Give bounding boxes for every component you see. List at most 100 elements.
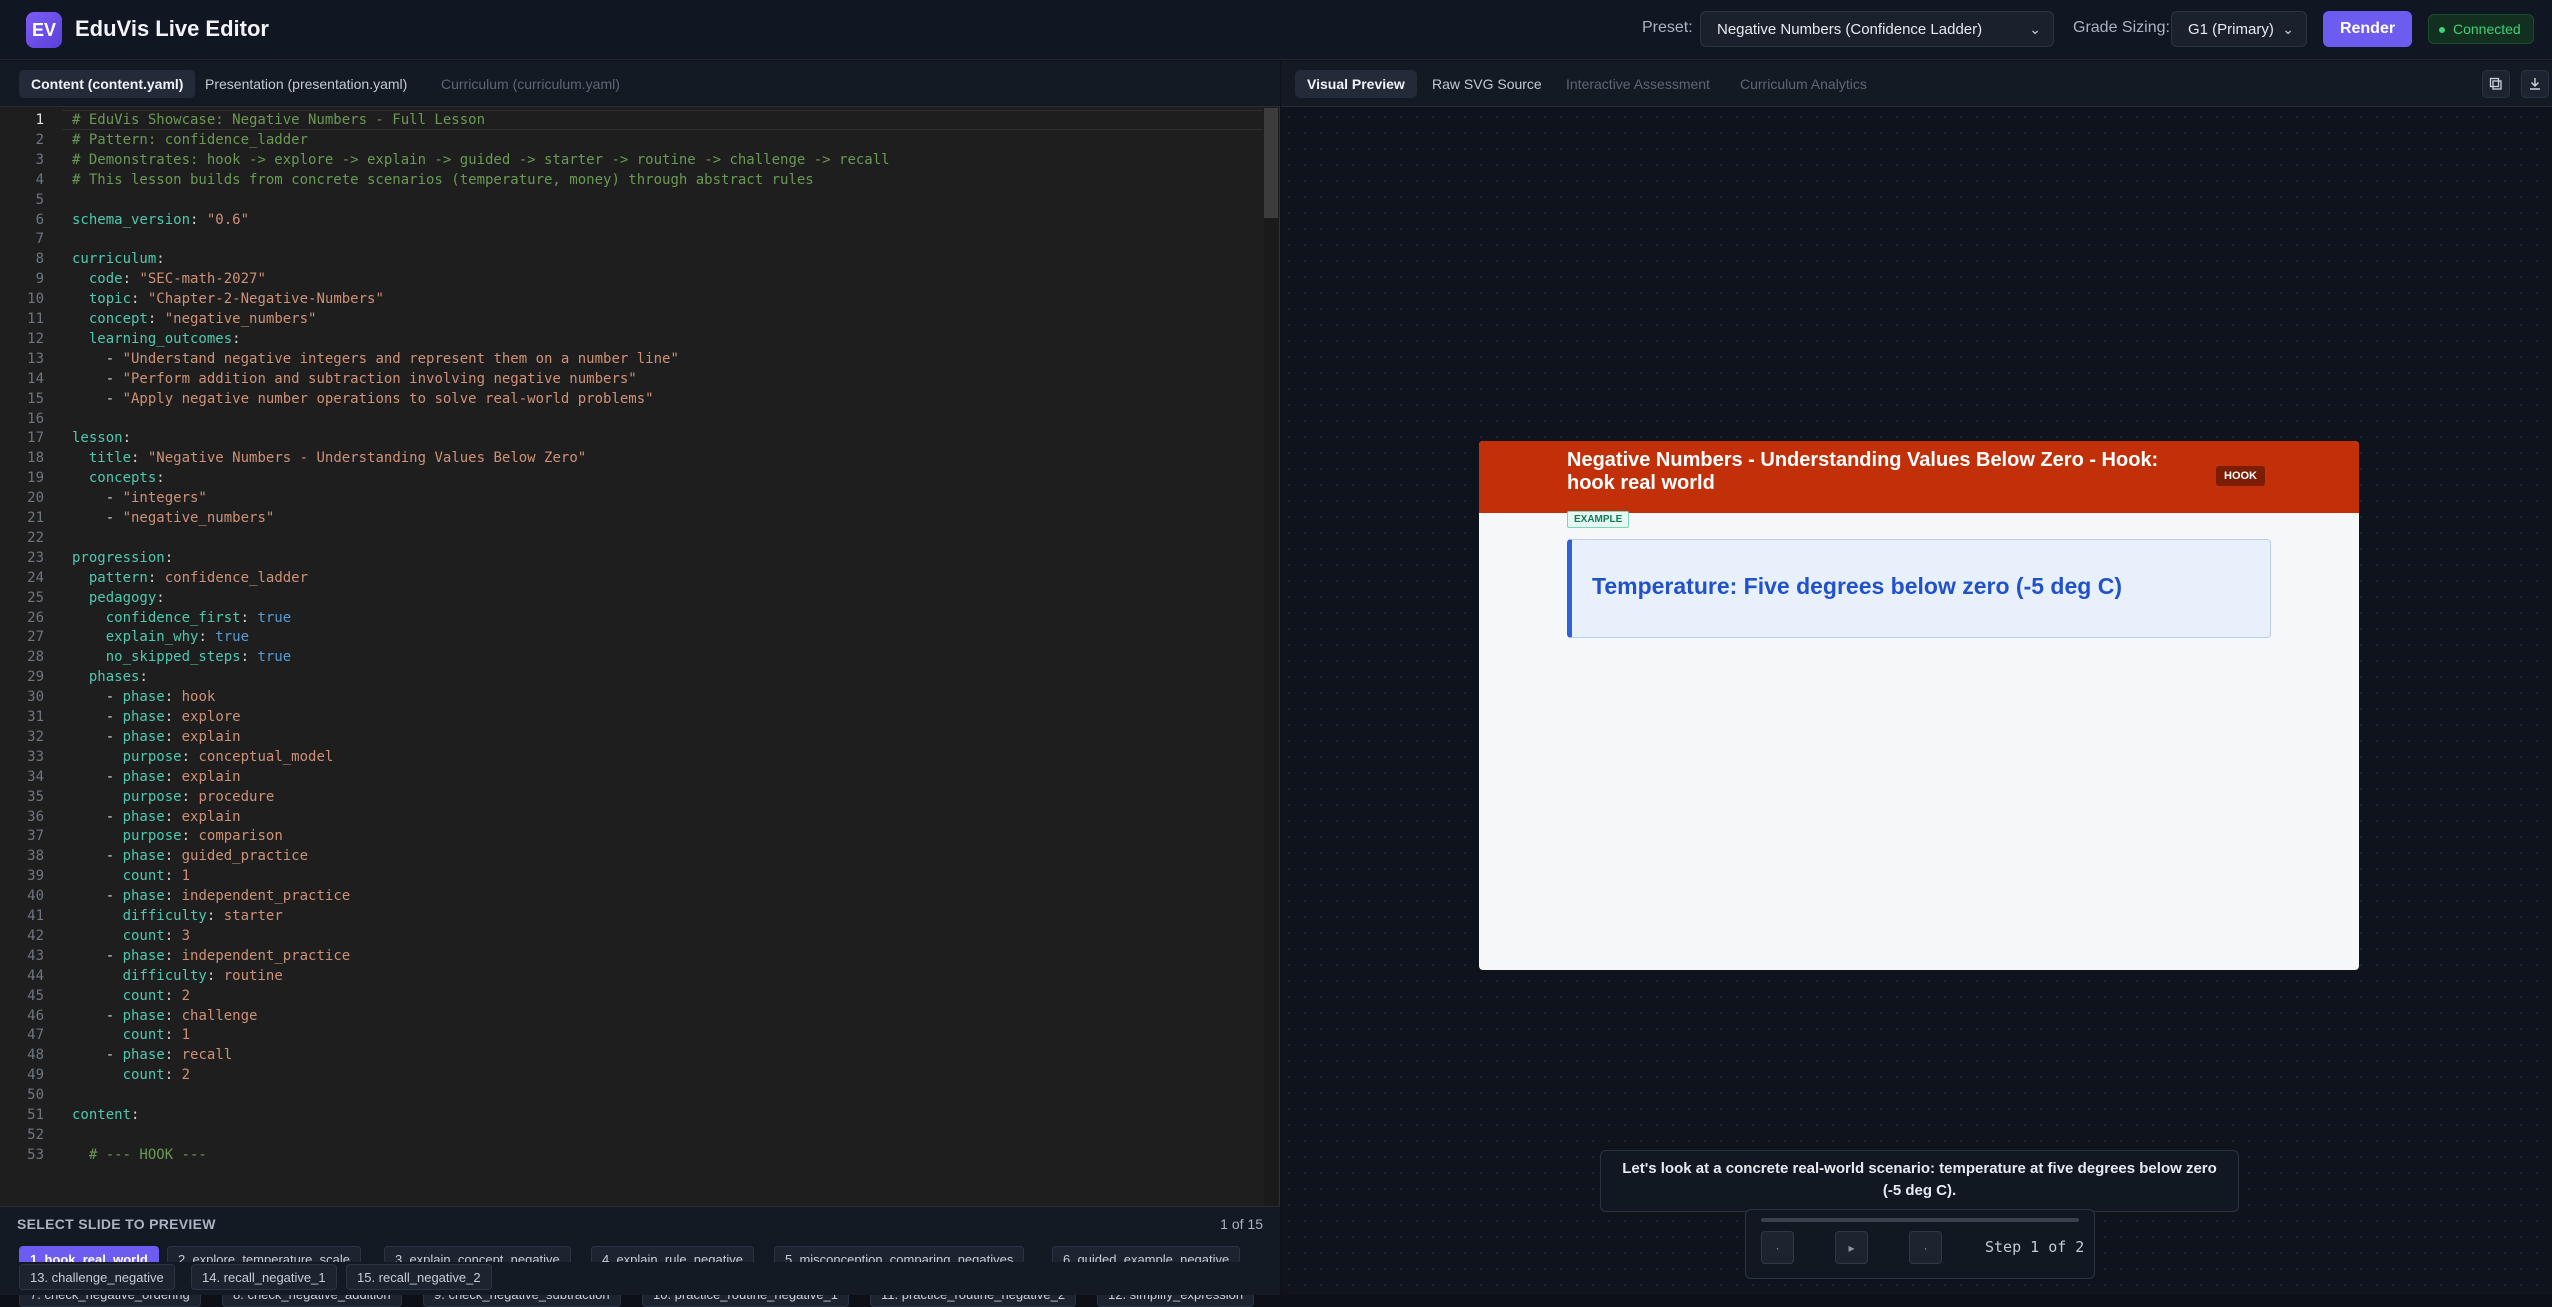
line-number: 44 [27, 967, 44, 984]
grade-sizing-select[interactable]: G1 (Primary) ⌄ [2171, 11, 2307, 47]
scrollbar-thumb[interactable] [1264, 108, 1278, 218]
code-line[interactable]: 53 # --- HOOK --- [0, 1145, 1262, 1165]
line-number: 15 [27, 390, 44, 407]
code-line[interactable]: 32 - phase: explain [0, 727, 1262, 747]
code-line[interactable]: 46 - phase: challenge [0, 1006, 1262, 1026]
slide-chip[interactable]: 13. challenge_negative [19, 1264, 175, 1290]
code-line[interactable]: 24 pattern: confidence_ladder [0, 568, 1262, 588]
slide-header: Negative Numbers - Understanding Values … [1479, 441, 2359, 513]
code-line[interactable]: 29 phases: [0, 667, 1262, 687]
code-line[interactable]: 25 pedagogy: [0, 588, 1262, 608]
tab-curriculum-analytics[interactable]: Curriculum Analytics [1728, 70, 1879, 98]
code-line[interactable]: 12 learning_outcomes: [0, 329, 1262, 349]
code-line[interactable]: 41 difficulty: starter [0, 906, 1262, 926]
tab-interactive-assessment[interactable]: Interactive Assessment [1554, 70, 1722, 98]
code-line[interactable]: 16 [0, 409, 1262, 429]
code-line[interactable]: 18 title: "Negative Numbers - Understand… [0, 448, 1262, 468]
code-line[interactable]: 5 [0, 190, 1262, 210]
code-line[interactable]: 13 - "Understand negative integers and r… [0, 349, 1262, 369]
play-button[interactable]: ▸ [1835, 1231, 1868, 1264]
line-number: 29 [27, 669, 44, 686]
previous-step-button[interactable]: · [1761, 1231, 1794, 1264]
code-line[interactable]: 50 [0, 1085, 1262, 1105]
playback-progress-track[interactable] [1761, 1218, 2079, 1222]
code-editor[interactable]: 1 # EduVis Showcase: Negative Numbers - F… [0, 108, 1280, 1206]
code-text: progression: [72, 549, 174, 566]
render-button[interactable]: Render [2323, 11, 2412, 47]
code-line[interactable]: 38 - phase: guided_practice [0, 846, 1262, 866]
code-line[interactable]: 52 [0, 1125, 1262, 1145]
code-line[interactable]: 11 concept: "negative_numbers" [0, 309, 1262, 329]
code-line[interactable]: 30 - phase: hook [0, 687, 1262, 707]
tab-visual-preview[interactable]: Visual Preview [1295, 70, 1417, 98]
code-line[interactable]: 26 confidence_first: true [0, 608, 1262, 628]
code-line[interactable]: 9 code: "SEC-math-2027" [0, 269, 1262, 289]
grade-select-value: G1 (Primary) [2188, 20, 2274, 38]
code-text: confidence_first: true [105, 609, 292, 626]
code-line[interactable]: 4 # This lesson builds from concrete scen… [0, 170, 1262, 190]
preview-panel: Visual Preview Raw SVG Source Interactiv… [1281, 61, 2552, 1295]
code-text: - "Apply negative number operations to s… [105, 390, 654, 407]
code-line[interactable]: 3 # Demonstrates: hook -> explore -> expl… [0, 150, 1262, 170]
tab-presentation-yaml[interactable]: Presentation (presentation.yaml) [193, 70, 419, 98]
code-line[interactable]: 6 schema_version: "0.6" [0, 210, 1262, 230]
next-step-button[interactable]: · [1909, 1231, 1942, 1264]
code-text: count: 1 [122, 1027, 191, 1044]
line-number: 24 [27, 569, 44, 586]
code-line[interactable]: 27 explain_why: true [0, 627, 1262, 647]
code-line[interactable]: 48 - phase: recall [0, 1045, 1262, 1065]
tab-raw-svg-source[interactable]: Raw SVG Source [1420, 70, 1554, 98]
line-number: 35 [27, 788, 44, 805]
code-line[interactable]: 1 # EduVis Showcase: Negative Numbers - F… [0, 110, 1262, 130]
code-line[interactable]: 2 # Pattern: confidence_ladder [0, 130, 1262, 150]
code-line[interactable]: 8 curriculum: [0, 249, 1262, 269]
code-line[interactable]: 36 - phase: explain [0, 807, 1262, 827]
slide-chip[interactable]: 15. recall_negative_2 [346, 1264, 492, 1290]
step-indicator: Step 1 of 2 [1985, 1238, 2085, 1256]
code-line[interactable]: 35 purpose: procedure [0, 787, 1262, 807]
line-number: 53 [27, 1146, 44, 1163]
code-line[interactable]: 17 lesson: [0, 428, 1262, 448]
code-text: - phase: explain [105, 768, 241, 785]
code-line[interactable]: 28 no_skipped_steps: true [0, 647, 1262, 667]
code-text: learning_outcomes: [88, 330, 241, 347]
preview-tabs: Visual Preview Raw SVG Source Interactiv… [1281, 61, 2552, 107]
code-line[interactable]: 34 - phase: explain [0, 767, 1262, 787]
code-line[interactable]: 20 - "integers" [0, 488, 1262, 508]
editor-scrollbar[interactable] [1264, 108, 1278, 1206]
code-line[interactable]: 14 - "Perform addition and subtraction i… [0, 369, 1262, 389]
code-line[interactable]: 49 count: 2 [0, 1065, 1262, 1085]
line-number: 28 [27, 649, 44, 666]
code-line[interactable]: 39 count: 1 [0, 866, 1262, 886]
code-line[interactable]: 10 topic: "Chapter-2-Negative-Numbers" [0, 289, 1262, 309]
code-line[interactable]: 44 difficulty: routine [0, 966, 1262, 986]
code-text: count: 1 [122, 868, 191, 885]
preset-select[interactable]: Negative Numbers (Confidence Ladder) ⌄ [1700, 11, 2054, 47]
tab-curriculum-yaml[interactable]: Curriculum (curriculum.yaml) [429, 70, 632, 98]
code-line[interactable]: 47 count: 1 [0, 1025, 1262, 1045]
code-line[interactable]: 43 - phase: independent_practice [0, 946, 1262, 966]
status-dot-icon [2439, 27, 2445, 33]
editor-tabs: Content (content.yaml) Presentation (pre… [0, 61, 1280, 107]
code-line[interactable]: 21 - "negative_numbers" [0, 508, 1262, 528]
code-line[interactable]: 51 content: [0, 1105, 1262, 1125]
download-button[interactable] [2521, 70, 2549, 98]
code-text: - phase: explain [105, 728, 241, 745]
code-line[interactable]: 37 purpose: comparison [0, 826, 1262, 846]
code-line[interactable]: 19 concepts: [0, 468, 1262, 488]
line-number: 7 [35, 231, 44, 248]
copy-button[interactable] [2482, 70, 2510, 98]
code-line[interactable]: 23 progression: [0, 548, 1262, 568]
slide-chip[interactable]: 14. recall_negative_1 [191, 1264, 337, 1290]
code-text: - phase: independent_practice [105, 888, 351, 905]
code-line[interactable]: 40 - phase: independent_practice [0, 886, 1262, 906]
code-line[interactable]: 33 purpose: conceptual_model [0, 747, 1262, 767]
code-line[interactable]: 15 - "Apply negative number operations t… [0, 389, 1262, 409]
code-line[interactable]: 31 - phase: explore [0, 707, 1262, 727]
code-line[interactable]: 22 [0, 528, 1262, 548]
tab-content-yaml[interactable]: Content (content.yaml) [19, 70, 196, 98]
code-line[interactable]: 42 count: 3 [0, 926, 1262, 946]
code-line[interactable]: 7 [0, 229, 1262, 249]
code-line[interactable]: 45 count: 2 [0, 986, 1262, 1006]
line-number: 33 [27, 748, 44, 765]
